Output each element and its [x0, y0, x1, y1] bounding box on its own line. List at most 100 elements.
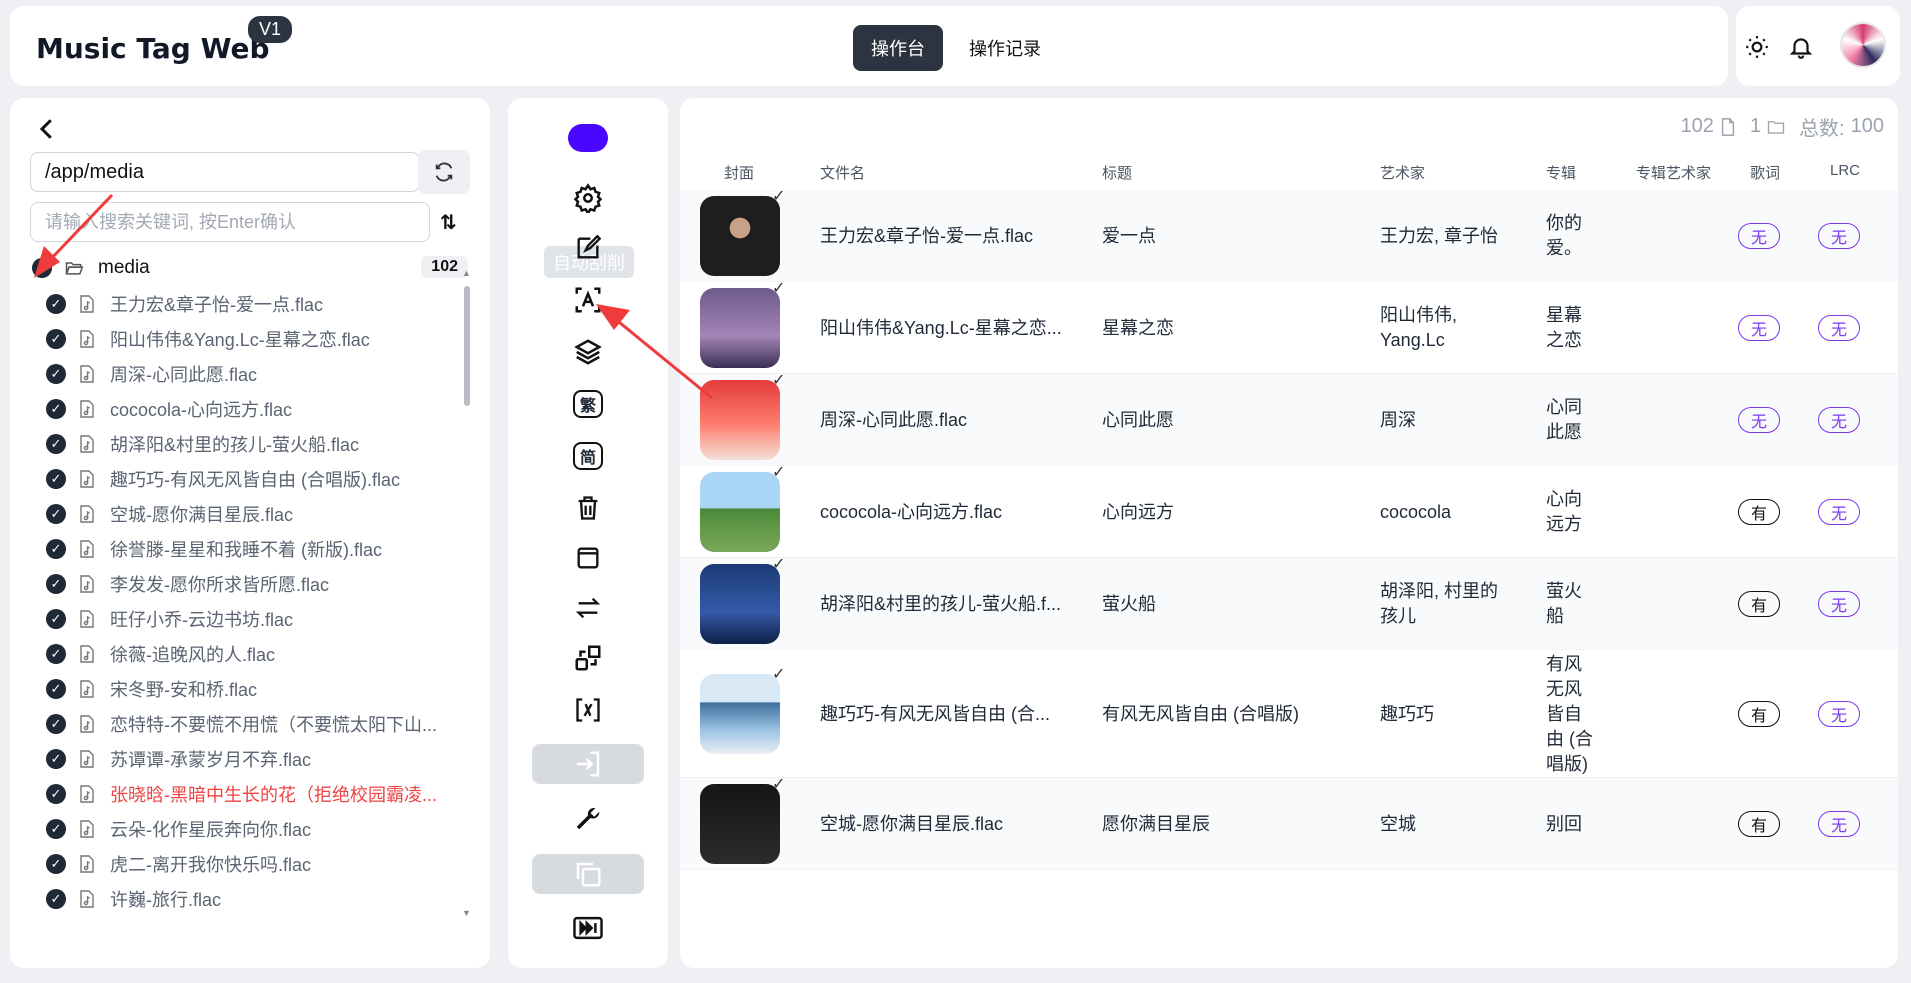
file-checkbox[interactable]: ✓ [46, 293, 66, 314]
file-checkbox[interactable]: ✓ [46, 468, 66, 489]
file-list-item[interactable]: ✓ 阳山伟伟&Yang.Lc-星幕之恋.flac [46, 321, 456, 356]
file-list-item[interactable]: ✓ 周深-心同此愿.flac [46, 356, 456, 391]
copy-button[interactable] [532, 854, 644, 894]
album-cover[interactable] [700, 288, 780, 368]
convert-button[interactable] [568, 640, 608, 676]
album-cover[interactable] [700, 472, 780, 552]
file-list-item[interactable]: ✓ 虎二-离开我你快乐吗.flac [46, 846, 456, 881]
theme-sun-icon[interactable] [1744, 34, 1770, 60]
file-checkbox[interactable]: ✓ [46, 643, 66, 664]
auto-tag-button[interactable] [568, 282, 608, 318]
file-list-item[interactable]: ✓ 张晓晗-黑暗中生长的花（拒绝校园霸凌... [46, 776, 456, 811]
table-row[interactable]: ✓ cococola-心向远方.flac 心向远方 cococola 心向 远方 有 无 [680, 464, 1898, 558]
file-checkbox[interactable]: ✓ [46, 888, 66, 909]
file-list-item[interactable]: ✓ 恋特特-不要慌不用慌（不要慌太阳下山... [46, 706, 456, 741]
lyrics-badge[interactable]: 有 [1738, 811, 1780, 837]
col-artist[interactable]: 艺术家 [1380, 162, 1425, 183]
file-checkbox[interactable]: ✓ [46, 538, 66, 559]
table-row[interactable]: ✓ 周深-心同此愿.flac 心同此愿 周深 心同 此愿 无 无 [680, 372, 1898, 466]
file-checkbox[interactable]: ✓ [46, 573, 66, 594]
file-checkbox[interactable]: ✓ [46, 748, 66, 769]
file-list-item[interactable]: ✓ 旺仔小乔-云边书坊.flac [46, 601, 456, 636]
lrc-badge[interactable]: 无 [1818, 223, 1860, 249]
archive-button[interactable] [568, 540, 608, 576]
col-album-artist[interactable]: 专辑艺术家 [1636, 162, 1711, 183]
file-checkbox[interactable]: ✓ [46, 328, 66, 349]
col-cover[interactable]: 封面 [724, 162, 754, 183]
file-checkbox[interactable]: ✓ [46, 433, 66, 454]
file-list-item[interactable]: ✓ 胡泽阳&村里的孩儿-萤火船.flac [46, 426, 456, 461]
col-album[interactable]: 专辑 [1546, 162, 1576, 183]
file-checkbox[interactable]: ✓ [46, 783, 66, 804]
lyrics-badge[interactable]: 有 [1738, 701, 1780, 727]
file-checkbox[interactable]: ✓ [46, 853, 66, 874]
swap-button[interactable] [568, 590, 608, 626]
table-row[interactable]: ✓ 胡泽阳&村里的孩儿-萤火船.f... 萤火船 胡泽阳, 村里的 孩儿 萤火船 有 无 [680, 556, 1898, 650]
file-checkbox[interactable]: ✓ [46, 398, 66, 419]
edit-button[interactable] [568, 230, 608, 266]
lyrics-badge[interactable]: 无 [1738, 315, 1780, 341]
tree-root-media[interactable]: ✓ media 102 [32, 252, 468, 284]
settings-button[interactable] [568, 180, 608, 216]
scrollbar[interactable]: ▲ ▼ [462, 268, 472, 918]
table-row[interactable]: ✓ 趣巧巧-有风无风皆自由 (合... 有风无风皆自由 (合唱版) 趣巧巧 有风 无风 皆自… [680, 650, 1898, 778]
file-checkbox[interactable]: ✓ [46, 713, 66, 734]
file-list-item[interactable]: ✓ 云朵-化作星辰奔向你.flac [46, 811, 456, 846]
file-list-item[interactable]: ✓ 王力宏&章子怡-爱一点.flac [46, 286, 456, 321]
album-cover[interactable] [700, 674, 780, 754]
file-checkbox[interactable]: ✓ [46, 608, 66, 629]
file-list-item[interactable]: ✓ 空城-愿你满目星辰.flac [46, 496, 456, 531]
scroll-down-icon[interactable]: ▼ [462, 908, 471, 918]
col-filename[interactable]: 文件名 [820, 162, 865, 183]
lyrics-badge[interactable]: 无 [1738, 223, 1780, 249]
file-checkbox[interactable]: ✓ [46, 818, 66, 839]
file-checkbox[interactable]: ✓ [46, 678, 66, 699]
file-list-item[interactable]: ✓ 徐薇-追晚风的人.flac [46, 636, 456, 671]
lrc-badge[interactable]: 无 [1818, 811, 1860, 837]
lrc-badge[interactable]: 无 [1818, 591, 1860, 617]
refresh-button[interactable] [418, 150, 470, 194]
import-button[interactable] [532, 744, 644, 784]
file-list-item[interactable]: ✓ 许巍-旅行.flac [46, 881, 456, 916]
fast-forward-button[interactable] [568, 910, 608, 946]
album-cover[interactable] [700, 380, 780, 460]
table-row[interactable]: ✓ 王力宏&章子怡-爱一点.flac 爱一点 王力宏, 章子怡 你的 爱。 无 无 [680, 188, 1898, 282]
layers-button[interactable] [568, 334, 608, 370]
scan-button[interactable] [568, 692, 608, 728]
file-list-item[interactable]: ✓ 宋冬野-安和桥.flac [46, 671, 456, 706]
sort-toggle[interactable]: ⇅ [440, 210, 457, 235]
file-list-item[interactable]: ✓ cococola-心向远方.flac [46, 391, 456, 426]
root-checkbox[interactable]: ✓ [32, 258, 52, 278]
search-input[interactable] [30, 202, 430, 242]
lrc-badge[interactable]: 无 [1818, 499, 1860, 525]
tab-console[interactable]: 操作台 [853, 25, 943, 71]
table-row[interactable]: ✓ 阳山伟伟&Yang.Lc-星幕之恋... 星幕之恋 阳山伟伟, Yang.Lc 星幕之… [680, 280, 1898, 374]
col-lrc[interactable]: LRC [1830, 162, 1860, 179]
lyrics-badge[interactable]: 有 [1738, 499, 1780, 525]
album-cover[interactable] [700, 564, 780, 644]
file-list-item[interactable]: ✓ 苏谭谭-承蒙岁月不弃.flac [46, 741, 456, 776]
user-avatar[interactable] [1840, 22, 1886, 68]
scroll-up-icon[interactable]: ▲ [462, 268, 471, 278]
scroll-thumb[interactable] [464, 286, 470, 406]
bell-icon[interactable] [1788, 34, 1814, 60]
table-row[interactable]: ✓ 空城-愿你满目星辰.flac 愿你满目星辰 空城 别回 有 无 [680, 776, 1898, 870]
album-cover[interactable] [700, 784, 780, 864]
back-arrow-icon[interactable] [32, 114, 62, 144]
lyrics-badge[interactable]: 有 [1738, 591, 1780, 617]
lrc-badge[interactable]: 无 [1818, 407, 1860, 433]
col-title[interactable]: 标题 [1102, 162, 1132, 183]
lrc-badge[interactable]: 无 [1818, 315, 1860, 341]
path-input[interactable] [30, 152, 420, 192]
col-lyrics[interactable]: 歌词 [1750, 162, 1780, 183]
tools-button[interactable] [568, 800, 608, 836]
lyrics-badge[interactable]: 无 [1738, 407, 1780, 433]
file-list-item[interactable]: ✓ 徐誉滕-星星和我睡不着 (新版).flac [46, 531, 456, 566]
album-cover[interactable] [700, 196, 780, 276]
file-list-item[interactable]: ✓ 趣巧巧-有风无风皆自由 (合唱版).flac [46, 461, 456, 496]
traditional-button[interactable]: 繁 [568, 386, 608, 422]
file-checkbox[interactable]: ✓ [46, 363, 66, 384]
file-list-item[interactable]: ✓ 李发发-愿你所求皆所愿.flac [46, 566, 456, 601]
color-chip[interactable] [568, 124, 608, 152]
file-checkbox[interactable]: ✓ [46, 503, 66, 524]
